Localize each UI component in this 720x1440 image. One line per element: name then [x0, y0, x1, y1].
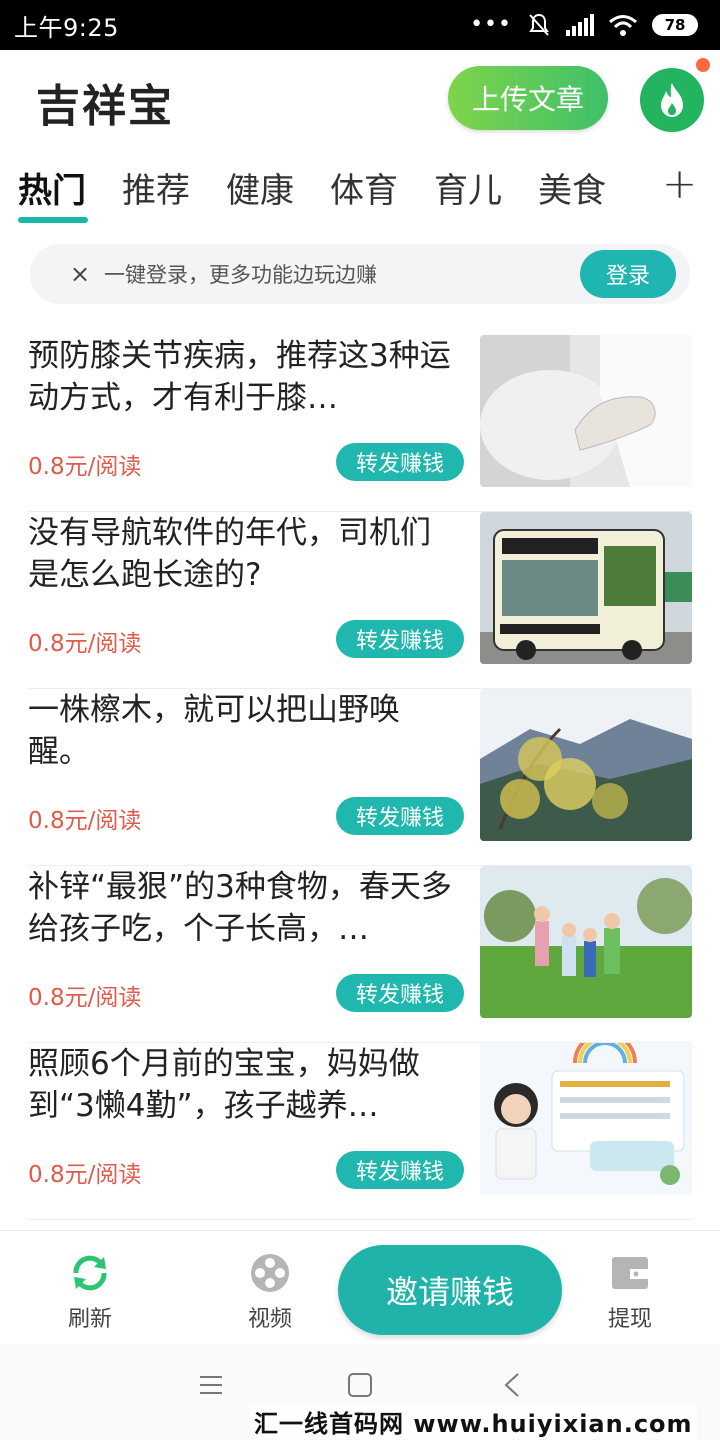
film-reel-icon — [251, 1254, 289, 1292]
close-banner-icon[interactable]: × — [70, 260, 90, 288]
back-icon[interactable] — [500, 1372, 526, 1398]
login-banner: × 一键登录，更多功能边玩边赚 登录 — [30, 244, 690, 304]
article-thumbnail[interactable] — [480, 689, 692, 841]
notification-dot — [696, 58, 710, 72]
list-item[interactable]: 没有导航软件的年代，司机们是怎么跑长途的? 0.8元/阅读 转发赚钱 — [0, 512, 720, 689]
video-label: 视频 — [247, 1307, 292, 1332]
app-header: 吉祥宝 上传文章 — [0, 50, 720, 150]
category-tabs: 热门 推荐 健康 体育 育儿 美食 + — [0, 155, 720, 227]
home-icon[interactable] — [347, 1372, 373, 1398]
nav-withdraw[interactable]: 提现 — [575, 1231, 685, 1345]
divider — [28, 1219, 692, 1220]
flame-icon — [661, 83, 683, 117]
status-icons: ••• 78 — [470, 12, 698, 38]
status-time: 上午9:25 — [14, 13, 119, 42]
signal-icon — [566, 14, 594, 36]
list-item[interactable]: 补锌“最狠”的3种食物，春天多给孩子吃，个子长高，… 0.8元/阅读 转发赚钱 — [0, 866, 720, 1043]
watermark-text: 汇一线首码网 www.huiyixian.com — [250, 1404, 697, 1439]
tab-sports[interactable]: 体育 — [330, 163, 398, 212]
share-earn-button[interactable]: 转发赚钱 — [336, 797, 464, 835]
share-earn-button[interactable]: 转发赚钱 — [336, 443, 464, 481]
withdraw-label: 提现 — [607, 1307, 652, 1332]
article-thumbnail[interactable] — [480, 512, 692, 664]
battery-icon: 78 — [652, 14, 698, 36]
article-title[interactable]: 预防膝关节疾病，推荐这3种运动方式，才有利于膝… — [28, 335, 458, 419]
tab-hot[interactable]: 热门 — [18, 163, 86, 212]
login-prompt-text: 一键登录，更多功能边玩边赚 — [104, 263, 377, 287]
mute-bell-icon — [529, 13, 549, 36]
wallet-icon — [612, 1257, 648, 1289]
add-tab-button[interactable]: + — [662, 159, 697, 208]
active-tab-indicator — [18, 217, 88, 223]
refresh-label: 刷新 — [67, 1307, 112, 1332]
article-thumbnail[interactable] — [480, 1043, 692, 1195]
status-bar: 上午9:25 ••• 78 — [0, 0, 720, 50]
nav-refresh[interactable]: 刷新 — [35, 1231, 145, 1345]
article-title[interactable]: 补锌“最狠”的3种食物，春天多给孩子吃，个子长高，… — [28, 866, 458, 950]
list-item[interactable]: 预防膝关节疾病，推荐这3种运动方式，才有利于膝… 0.8元/阅读 转发赚钱 — [0, 335, 720, 512]
nav-video[interactable]: 视频 — [215, 1231, 325, 1345]
share-earn-button[interactable]: 转发赚钱 — [336, 1151, 464, 1189]
app-title: 吉祥宝 — [36, 81, 174, 132]
article-price: 0.8元/阅读 — [28, 985, 142, 1011]
more-dots-icon: ••• — [470, 12, 512, 37]
share-earn-button[interactable]: 转发赚钱 — [336, 620, 464, 658]
upload-article-button[interactable]: 上传文章 — [448, 66, 608, 130]
article-price: 0.8元/阅读 — [28, 808, 142, 834]
login-button[interactable]: 登录 — [580, 250, 676, 298]
invite-earn-button[interactable]: 邀请赚钱 — [338, 1245, 562, 1335]
refresh-icon — [73, 1255, 107, 1291]
list-item[interactable]: 照顾6个月前的宝宝，妈妈做到“3懒4勤”，孩子越养… 0.8元/阅读 转发赚钱 — [0, 1043, 720, 1220]
article-price: 0.8元/阅读 — [28, 454, 142, 480]
tab-recommend[interactable]: 推荐 — [122, 163, 190, 212]
article-thumbnail[interactable] — [480, 335, 692, 487]
article-title[interactable]: 没有导航软件的年代，司机们是怎么跑长途的? — [28, 512, 458, 596]
share-earn-button[interactable]: 转发赚钱 — [336, 974, 464, 1012]
battery-level: 78 — [664, 16, 686, 34]
wifi-icon — [609, 15, 637, 36]
article-price: 0.8元/阅读 — [28, 1162, 142, 1188]
tab-parenting[interactable]: 育儿 — [434, 163, 502, 212]
article-thumbnail[interactable] — [480, 866, 692, 1018]
tab-food[interactable]: 美食 — [538, 163, 606, 212]
article-price: 0.8元/阅读 — [28, 631, 142, 657]
bottom-navigation: 刷新 视频 邀请赚钱 提现 — [0, 1230, 720, 1344]
menu-icon[interactable] — [198, 1372, 224, 1398]
article-title[interactable]: 照顾6个月前的宝宝，妈妈做到“3懒4勤”，孩子越养… — [28, 1043, 458, 1127]
hot-button[interactable] — [640, 68, 704, 132]
tab-health[interactable]: 健康 — [226, 163, 294, 212]
list-item[interactable]: 一株檫木，就可以把山野唤醒。 0.8元/阅读 转发赚钱 — [0, 689, 720, 866]
article-title[interactable]: 一株檫木，就可以把山野唤醒。 — [28, 689, 458, 773]
